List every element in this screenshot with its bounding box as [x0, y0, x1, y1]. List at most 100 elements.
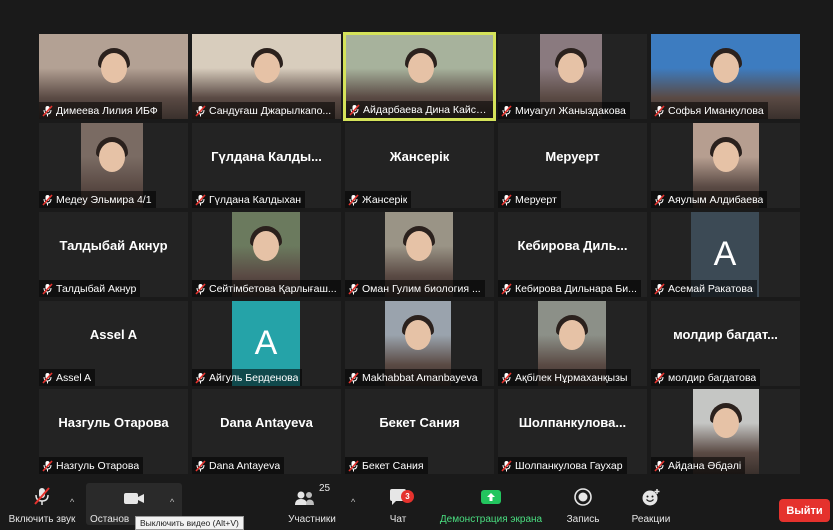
participant-tile[interactable]: Бекет Сания Бекет Сания [345, 389, 494, 474]
muted-mic-icon [501, 193, 512, 206]
participant-name-label: Сейтімбетова Қарлығаш... [192, 280, 341, 297]
participant-name-label: молдир багдатова [651, 369, 761, 386]
participant-tile[interactable]: Кебирова Диль... Кебирова Дильнара Би... [498, 212, 647, 297]
participant-tile[interactable]: Миуагул Жаныздакова [498, 34, 647, 119]
participant-tile[interactable]: Медеу Эльмира 4/1 [39, 123, 188, 208]
participant-display-name: Assel A [89, 327, 138, 342]
participant-tile[interactable]: Оман Гулим биология ... [345, 212, 494, 297]
share-screen-button[interactable]: Демонстрация экрана [436, 483, 546, 525]
muted-mic-icon [654, 193, 665, 206]
participant-tile[interactable]: Талдыбай Акнур Талдыбай Акнур [39, 212, 188, 297]
reactions-button[interactable]: Реакции [624, 483, 678, 525]
participant-name: Айгуль Берденова [209, 371, 299, 384]
participants-caret-icon[interactable]: ^ [351, 497, 355, 507]
muted-mic-icon [654, 282, 665, 295]
participant-name: Талдыбай Акнур [56, 282, 137, 295]
muted-mic-icon [501, 371, 512, 384]
muted-mic-icon [348, 282, 359, 295]
participant-name: Аяулым Алдибаева [668, 193, 764, 206]
participant-name: Dana Antayeva [209, 459, 281, 472]
participant-display-name: Dana Antayeva [220, 415, 313, 430]
leave-meeting-button[interactable]: Выйти [779, 499, 830, 522]
muted-mic-icon [348, 459, 359, 472]
record-button[interactable]: Запись [558, 483, 608, 525]
participant-tile[interactable]: Димеева Лилия ИБФ [39, 34, 188, 119]
participant-face [713, 407, 739, 438]
participant-tile[interactable]: молдир багдат... молдир багдатова [651, 301, 800, 386]
participant-display-name: молдир багдат... [673, 327, 778, 342]
participant-tile[interactable]: Гүлдана Калды... Гүлдана Калдыхан [192, 123, 341, 208]
participant-tile[interactable]: Жансерік Жансерік [345, 123, 494, 208]
meeting-toolbar: Включить звук ^ Останов ^ 25 Участники ^ [0, 483, 833, 525]
muted-mic-icon [348, 371, 359, 384]
muted-mic-icon [42, 371, 53, 384]
participant-face [253, 230, 279, 261]
participant-tile[interactable]: Меруерт Меруерт [498, 123, 647, 208]
participant-tile[interactable]: Ақбілек Нұрмаханқызы [498, 301, 647, 386]
muted-mic-icon [42, 282, 53, 295]
participant-tile[interactable]: Dana Antayeva Dana Antayeva [192, 389, 341, 474]
muted-mic-icon [42, 193, 53, 206]
chat-button[interactable]: Чат [378, 483, 418, 525]
participant-name: Медеу Эльмира 4/1 [56, 193, 152, 206]
participant-name: Шолпанкулова Гаухар [515, 459, 623, 472]
participant-name: Айдарбаева Дина Кайсар... [363, 103, 489, 116]
muted-mic-icon [348, 193, 359, 206]
muted-mic-icon [654, 459, 665, 472]
participant-tile[interactable]: Софья Иманкулова [651, 34, 800, 119]
stop-video-tooltip: Выключить видео (Alt+V) [135, 516, 244, 530]
participant-name: Кебирова Дильнара Би... [515, 282, 637, 295]
participant-tile[interactable]: A Асемай Ракатова [651, 212, 800, 297]
participant-name-label: Асемай Ракатова [651, 280, 757, 297]
participant-name: Миуагул Жаныздакова [515, 104, 626, 117]
participant-name-label: Назгуль Отарова [39, 457, 144, 474]
participant-tile[interactable]: Назгуль Отарова Назгуль Отарова [39, 389, 188, 474]
muted-mic-icon [42, 104, 53, 117]
participant-name: Айдана Әбдәлі [668, 459, 742, 472]
participant-name: Makhabbat Amanbayeva [362, 371, 478, 384]
audio-options-caret-icon[interactable]: ^ [70, 497, 74, 507]
participant-display-name: Меруерт [545, 149, 600, 164]
participant-name-label: Айгуль Берденова [192, 369, 303, 386]
muted-mic-icon [654, 104, 665, 117]
participant-tile[interactable]: Шолпанкулова... Шолпанкулова Гаухар [498, 389, 647, 474]
participant-display-name: Бекет Сания [379, 415, 460, 430]
participant-name: Assel A [56, 371, 92, 384]
participant-tile[interactable]: Айдарбаева Дина Кайсар... [343, 32, 496, 121]
video-options-caret-icon[interactable]: ^ [170, 497, 174, 507]
participant-name: Оман Гулим биология ... [362, 282, 481, 295]
participant-tile[interactable]: Сандуғаш Джарылкапо... [192, 34, 341, 119]
record-label: Запись [566, 514, 600, 525]
participant-name-label: Софья Иманкулова [651, 102, 768, 119]
participant-tile[interactable]: Makhabbat Amanbayeva [345, 301, 494, 386]
participant-name: Сандуғаш Джарылкапо... [209, 104, 332, 117]
participant-name: Назгуль Отарова [56, 459, 140, 472]
participant-name: Меруерт [515, 193, 557, 206]
participant-face [99, 141, 125, 172]
participant-name-label: Сандуғаш Джарылкапо... [192, 102, 336, 119]
chat-unread-badge: 3 [401, 490, 414, 503]
participant-name: Бекет Сания [362, 459, 424, 472]
participant-face [559, 319, 585, 350]
participant-name-label: Dana Antayeva [192, 457, 285, 474]
share-screen-icon [480, 483, 502, 506]
participant-tile[interactable]: A Айгуль Берденова [192, 301, 341, 386]
muted-mic-icon [32, 483, 52, 506]
video-camera-icon [123, 483, 145, 506]
participant-name: Ақбілек Нұрмаханқызы [515, 371, 628, 384]
muted-mic-icon [349, 103, 360, 116]
participant-name-label: Айдарбаева Дина Кайсар... [346, 101, 493, 118]
participant-tile[interactable]: Айдана Әбдәлі [651, 389, 800, 474]
participants-button[interactable]: 25 Участники [282, 483, 342, 525]
participants-count: 25 [318, 483, 331, 494]
participant-tile[interactable]: Assel A Assel A [39, 301, 188, 386]
participant-name-label: Шолпанкулова Гаухар [498, 457, 627, 474]
muted-mic-icon [195, 459, 206, 472]
participant-tile[interactable]: Сейтімбетова Қарлығаш... [192, 212, 341, 297]
participant-face [558, 52, 584, 83]
participant-name: Асемай Ракатова [668, 282, 753, 295]
muted-mic-icon [501, 282, 512, 295]
participant-name: Софья Иманкулова [668, 104, 764, 117]
participant-display-name: Шолпанкулова... [518, 415, 627, 430]
participant-tile[interactable]: Аяулым Алдибаева [651, 123, 800, 208]
